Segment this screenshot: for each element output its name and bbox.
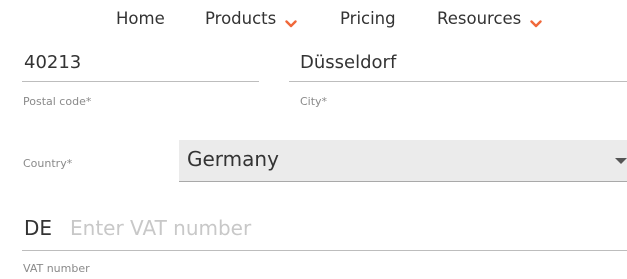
country-selected-value: Germany (187, 147, 279, 171)
chevron-down-icon (285, 14, 297, 28)
city-label: City* (300, 95, 328, 108)
country-select[interactable]: Germany (179, 140, 627, 182)
nav-item-label: Products (205, 9, 277, 28)
vat-country-prefix: DE (24, 216, 53, 240)
nav-item-label: Home (116, 9, 165, 28)
vat-number-label: VAT number (23, 262, 90, 275)
top-nav: Home Products Pricing Resources (0, 0, 627, 40)
nav-item-label: Resources (437, 9, 522, 28)
nav-item-label: Pricing (340, 9, 396, 28)
vat-number-input[interactable] (70, 213, 470, 243)
nav-item-pricing[interactable]: Pricing (340, 9, 396, 28)
chevron-down-icon (530, 14, 542, 28)
postal-code-label: Postal code* (23, 95, 92, 108)
country-label: Country* (23, 157, 73, 170)
postal-code-underline (22, 81, 259, 82)
nav-item-home[interactable]: Home (116, 9, 165, 28)
nav-item-products[interactable]: Products (205, 9, 297, 28)
postal-code-field[interactable]: 40213 (24, 52, 81, 73)
city-underline (289, 81, 627, 82)
city-field[interactable]: Düsseldorf (300, 52, 396, 73)
nav-item-resources[interactable]: Resources (437, 9, 542, 28)
caret-down-icon (615, 158, 627, 164)
vat-underline (22, 250, 627, 251)
